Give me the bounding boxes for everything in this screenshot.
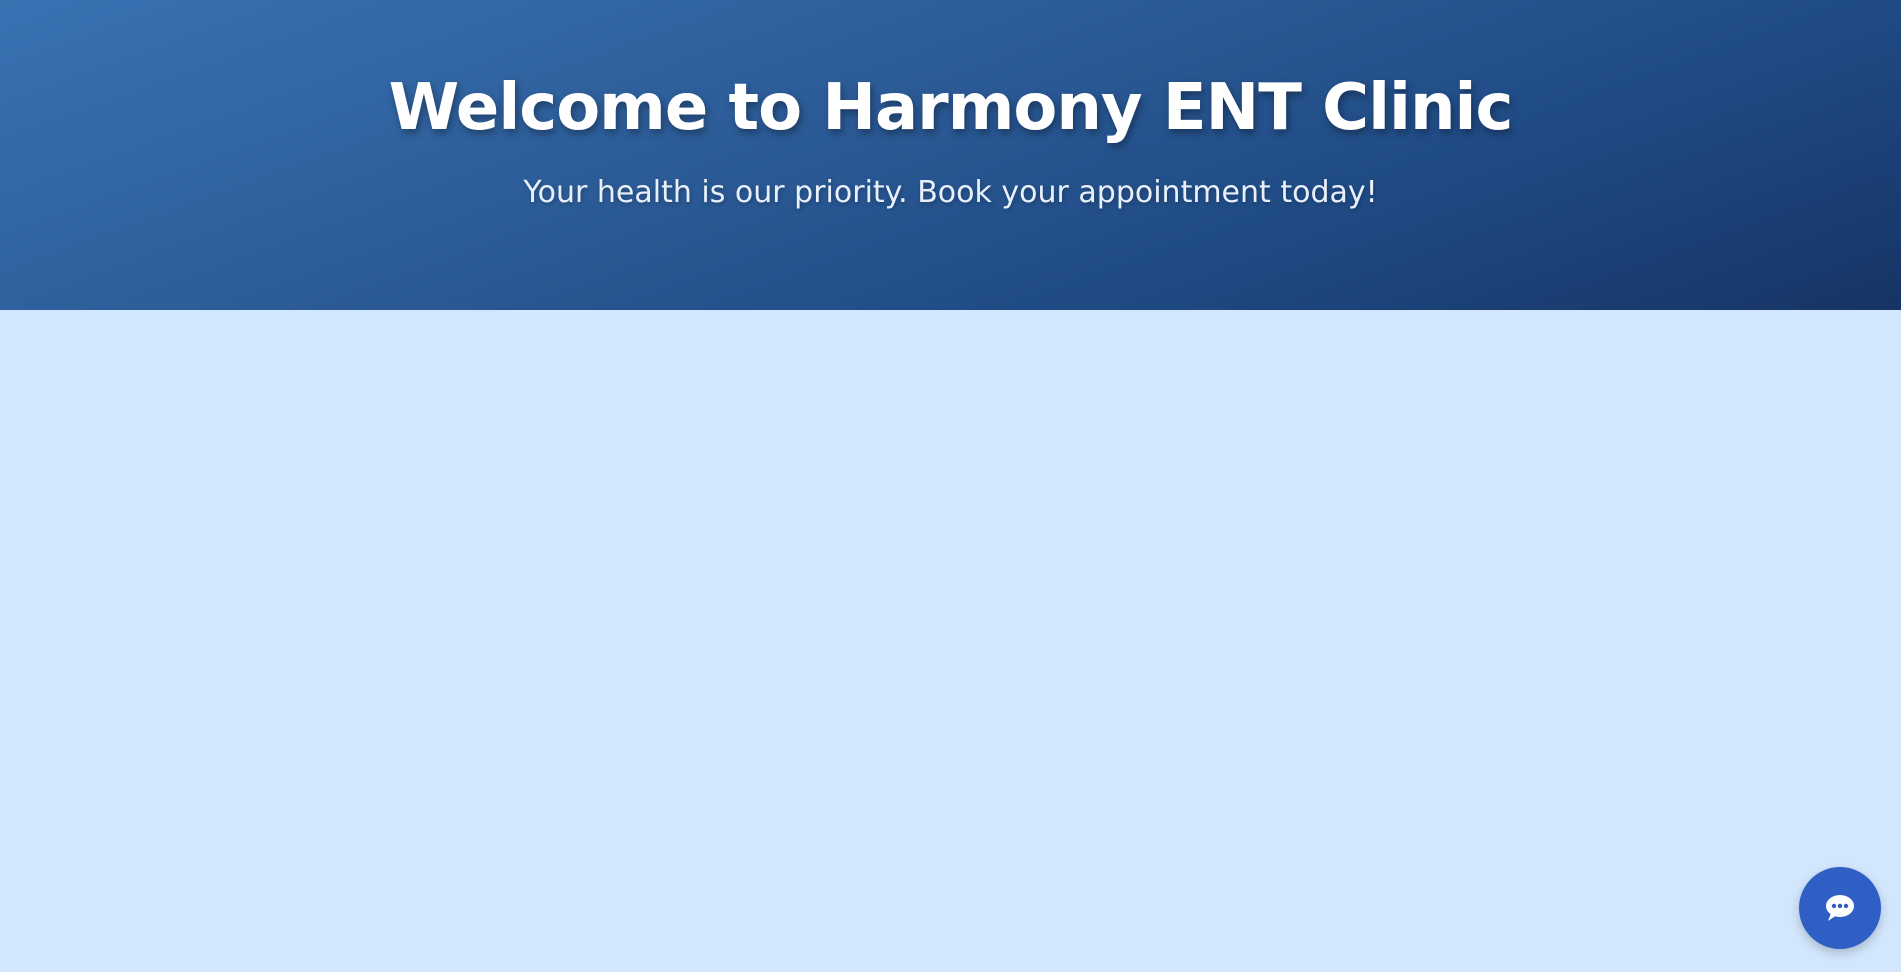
page-title: Welcome to Harmony ENT Clinic	[388, 71, 1514, 145]
main-content	[0, 310, 1901, 972]
hero-subtitle: Your health is our priority. Book your a…	[523, 175, 1378, 210]
chat-bubble-icon	[1826, 895, 1854, 921]
hero-banner: Welcome to Harmony ENT Clinic Your healt…	[0, 0, 1901, 310]
chat-button[interactable]	[1799, 867, 1881, 949]
